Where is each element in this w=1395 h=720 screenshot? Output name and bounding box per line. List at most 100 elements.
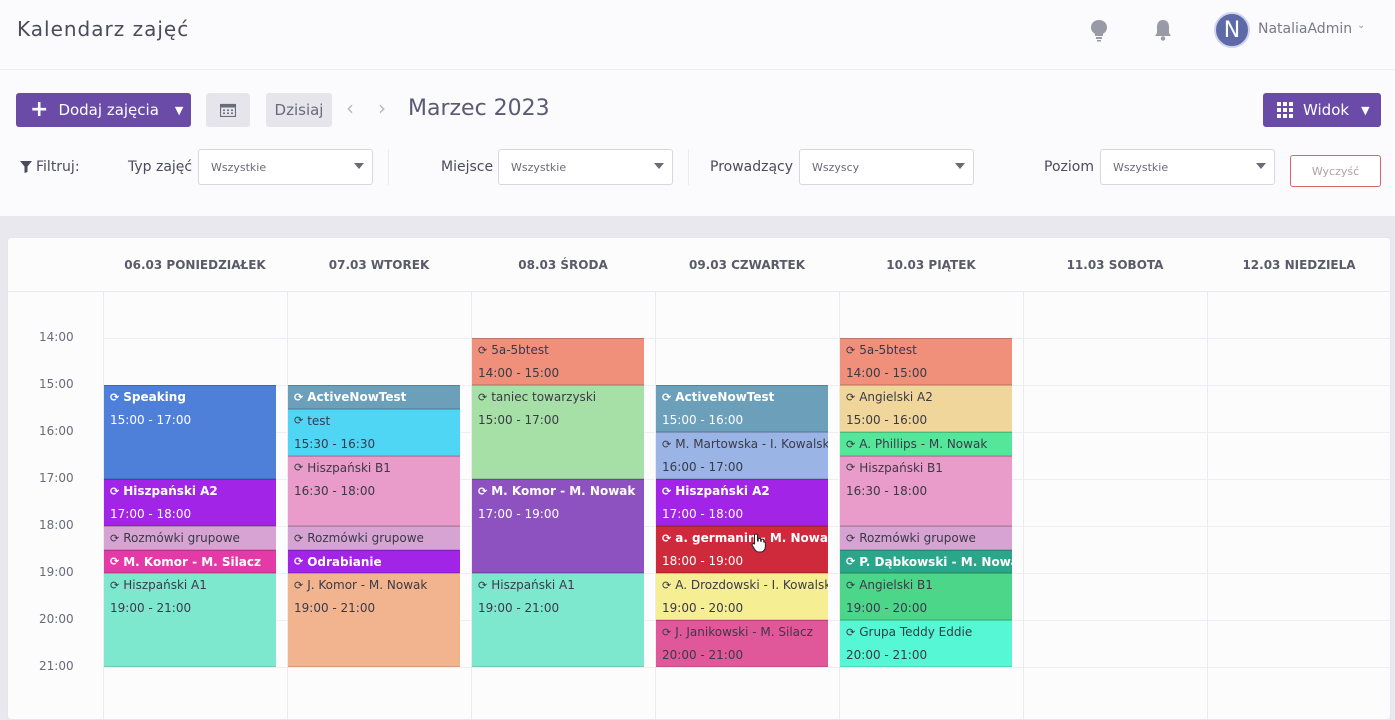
type-select[interactable]: Wszystkie (198, 149, 373, 185)
add-class-label: Dodaj zajęcia (58, 101, 159, 119)
calendar-event[interactable]: ⟳ J. Janikowski - M. Silacz 20:00 - 21:00 (656, 620, 828, 667)
event-title: ⟳ Hiszpański A2 (110, 484, 218, 498)
event-time: 15:00 - 16:00 (662, 413, 744, 427)
time-label: 18:00 (39, 518, 74, 532)
repeat-icon: ⟳ (662, 578, 672, 592)
caret-down-icon (1256, 163, 1266, 169)
event-title: ⟳ a. germanin - M. Nowak (662, 531, 828, 545)
event-title: ⟳ Grupa Teddy Eddie (846, 625, 972, 639)
avatar[interactable]: N (1214, 12, 1250, 48)
calendar-event[interactable]: ⟳ 5a-5btest 14:00 - 15:00 (472, 338, 644, 385)
time-label: 14:00 (39, 330, 74, 344)
calendar-event[interactable]: ⟳ Rozmówki grupowe (288, 526, 460, 550)
repeat-icon: ⟳ (110, 578, 120, 592)
calendar-event[interactable]: ⟳ M. Komor - M. Silacz (104, 549, 276, 573)
calendar-event[interactable]: ⟳ taniec towarzyski 15:00 - 17:00 (472, 385, 644, 479)
teacher-filter-label: Prowadzący (710, 159, 794, 175)
repeat-icon: ⟳ (110, 390, 120, 404)
filter-label-text: Filtruj: (36, 159, 80, 175)
day-header[interactable]: 09.03 CZWARTEK (655, 258, 839, 272)
clear-filters-button[interactable]: Wyczyść (1290, 155, 1381, 187)
event-title: ⟳ test (294, 414, 330, 428)
today-button[interactable]: Dzisiaj (266, 93, 332, 127)
calendar-event[interactable]: ⟳ a. germanin - M. Nowak 18:00 - 19:00 (656, 526, 828, 573)
day-header[interactable]: 08.03 ŚRODA (471, 258, 655, 272)
event-title: ⟳ Hiszpański A1 (478, 578, 575, 592)
event-title-text: ActiveNowTest (675, 390, 775, 404)
event-title-text: J. Janikowski - M. Silacz (675, 625, 813, 639)
add-class-button[interactable]: + Dodaj zajęcia ▼ (16, 93, 191, 127)
event-time: 20:00 - 21:00 (662, 648, 744, 662)
event-title-text: M. Komor - M. Nowak (491, 484, 636, 498)
event-title: ⟳ Hiszpański A2 (662, 484, 770, 498)
event-title: ⟳ ActiveNowTest (662, 390, 774, 404)
teacher-select[interactable]: Wszyscy (799, 149, 974, 185)
caret-down-icon (354, 163, 364, 169)
event-title-text: Hiszpański A2 (675, 484, 770, 498)
calendar-event[interactable]: ⟳ test 15:30 - 16:30 (288, 408, 460, 456)
calendar-event[interactable]: ⟳ Angielski A2 15:00 - 16:00 (840, 385, 1012, 432)
calendar-event[interactable]: ⟳ Hiszpański A2 17:00 - 18:00 (104, 479, 276, 526)
calendar-event[interactable]: ⟳ Angielski B1 19:00 - 20:00 (840, 573, 1012, 620)
calendar-event[interactable]: ⟳ J. Komor - M. Nowak 19:00 - 21:00 (288, 573, 460, 667)
repeat-icon: ⟳ (294, 578, 304, 592)
event-title: ⟳ A. Drozdowski - I. Kowalska (662, 578, 828, 592)
calendar-event[interactable]: ⟳ Hiszpański A2 17:00 - 18:00 (656, 479, 828, 526)
user-name[interactable]: NataliaAdmin (1258, 21, 1352, 37)
calendar-event[interactable]: ⟳ M. Komor - M. Nowak 17:00 - 19:00 (472, 479, 644, 573)
teacher-select-value: Wszyscy (812, 160, 860, 174)
day-header[interactable]: 07.03 WTOREK (287, 258, 471, 272)
place-select-value: Wszystkie (511, 160, 567, 174)
event-title: ⟳ 5a-5btest (478, 343, 549, 357)
event-title: ⟳ Rozmówki grupowe (846, 531, 976, 545)
chevron-down-icon[interactable]: ⌄ (1357, 20, 1365, 31)
repeat-icon: ⟳ (662, 625, 672, 639)
event-title-text: Hiszpański B1 (859, 460, 943, 475)
divider (388, 149, 389, 185)
event-title: ⟳ Rozmówki grupowe (294, 531, 424, 545)
calendar-event[interactable]: ⟳ M. Martowska - I. Kowalska 16:00 - 17:00 (656, 432, 828, 479)
lightbulb-icon[interactable] (1089, 18, 1109, 42)
calendar-event[interactable]: ⟳ Hiszpański A1 19:00 - 21:00 (472, 573, 644, 667)
chevron-right-icon[interactable]: › (378, 96, 386, 120)
filter-label: Filtruj: (20, 159, 80, 175)
calendar-event[interactable]: ⟳ ActiveNowTest 15:00 - 16:00 (656, 385, 828, 432)
day-header[interactable]: 10.03 PIĄTEK (839, 258, 1023, 272)
chevron-down-icon: ▼ (1361, 103, 1370, 117)
day-header[interactable]: 06.03 PONIEDZIAŁEK (103, 258, 287, 272)
calendar-event[interactable]: ⟳ Rozmówki grupowe (840, 526, 1012, 550)
day-header[interactable]: 12.03 NIEDZIELA (1207, 258, 1390, 272)
calendar-event[interactable]: ⟳ Hiszpański B1 16:30 - 18:00 (288, 455, 460, 526)
bell-icon[interactable] (1153, 18, 1173, 42)
calendar-event[interactable]: ⟳ A. Phillips - M. Nowak (840, 432, 1012, 456)
event-title-text: Rozmówki grupowe (307, 531, 424, 545)
hour-gridline (103, 338, 1390, 339)
repeat-icon: ⟳ (846, 461, 856, 474)
calendar-event[interactable]: ⟳ Hiszpański B1 16:30 - 18:00 (840, 455, 1012, 526)
event-time: 14:00 - 15:00 (846, 366, 928, 380)
calendar-event[interactable]: ⟳ Odrabianie (288, 549, 460, 573)
event-title-text: 5a-5btest (491, 343, 549, 357)
place-select[interactable]: Wszystkie (498, 149, 673, 185)
calendar-event[interactable]: ⟳ Speaking 15:00 - 17:00 (104, 385, 276, 479)
calendar-event[interactable]: ⟳ ActiveNowTest (288, 385, 460, 409)
event-time: 19:00 - 21:00 (294, 601, 376, 615)
calendar-event[interactable]: ⟳ Rozmówki grupowe (104, 526, 276, 550)
calendar-event[interactable]: ⟳ P. Dąbkowski - M. Nowak (840, 549, 1012, 573)
level-select[interactable]: Wszystkie (1100, 149, 1275, 185)
calendar-event[interactable]: ⟳ 5a-5btest 14:00 - 15:00 (840, 338, 1012, 385)
calendar-event[interactable]: ⟳ Grupa Teddy Eddie 20:00 - 21:00 (840, 620, 1012, 667)
chevron-left-icon[interactable]: ‹ (346, 96, 354, 120)
chevron-down-icon: ▼ (174, 103, 184, 117)
event-time: 15:00 - 17:00 (110, 413, 192, 427)
view-label: Widok (1303, 101, 1350, 119)
view-button[interactable]: Widok ▼ (1263, 93, 1381, 127)
event-title-text: A. Drozdowski - I. Kowalska (675, 578, 828, 592)
calendar-event[interactable]: ⟳ A. Drozdowski - I. Kowalska 19:00 - 20:0… (656, 573, 828, 620)
calendar-event[interactable]: ⟳ Hiszpański A1 19:00 - 21:00 (104, 573, 276, 667)
event-title: ⟳ M. Martowska - I. Kowalska (662, 437, 828, 451)
day-header[interactable]: 11.03 SOBOTA (1023, 258, 1207, 272)
header-divider (8, 291, 1390, 292)
calendar-picker-button[interactable] (206, 93, 250, 127)
event-title: ⟳ Hiszpański A1 (110, 578, 207, 592)
